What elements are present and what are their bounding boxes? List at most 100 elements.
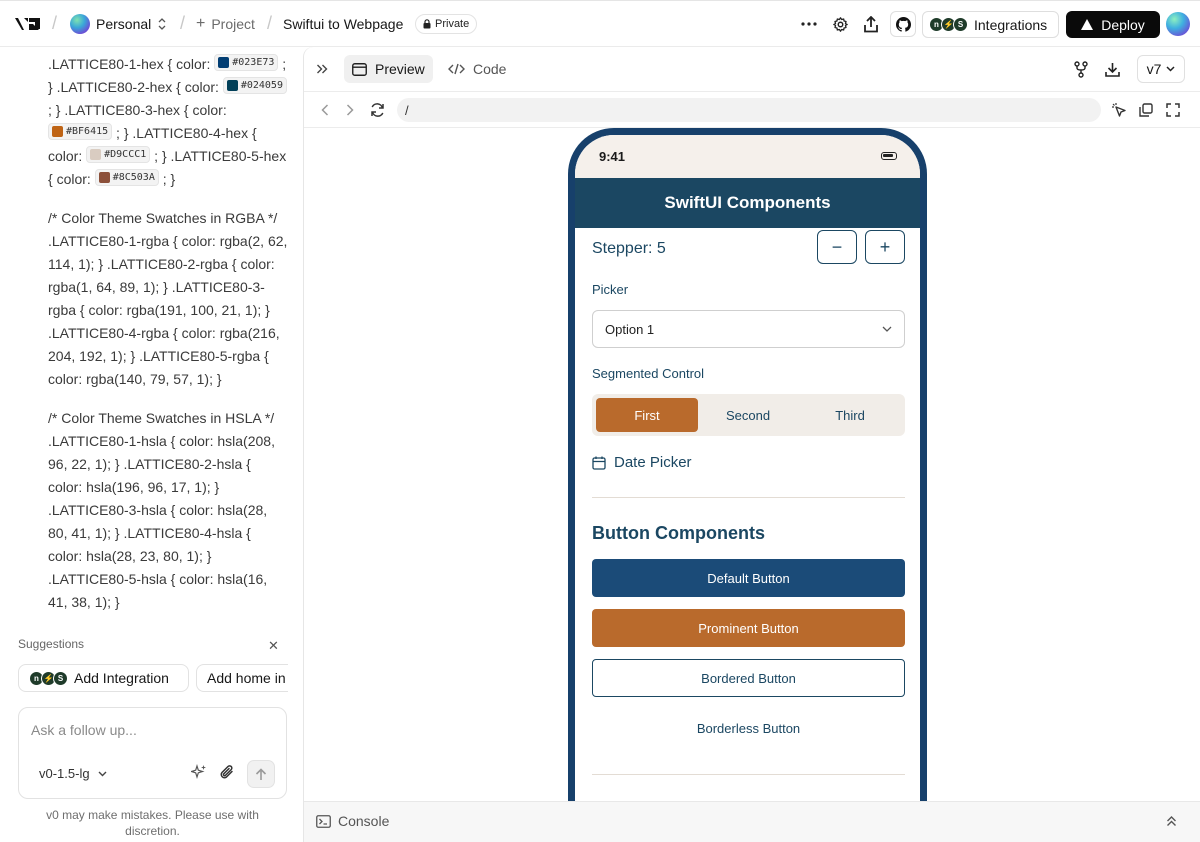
download-button[interactable] [1099,56,1125,82]
divider [592,774,905,775]
breadcrumb-separator: / [267,13,273,33]
minus-icon: − [831,236,843,257]
integration-logos-icon: n ⚡ S [29,670,68,686]
integrations-button[interactable]: n ⚡ S Integrations [922,11,1059,38]
stepper-decrement-button[interactable]: − [817,230,857,264]
segment-third[interactable]: Third [799,398,901,432]
preview-toolbar: Preview Code v7 [304,47,1200,92]
integrations-label: Integrations [974,16,1048,33]
project-name-text: Swiftui to Webpage [283,16,404,32]
enhance-prompt-button[interactable] [191,764,207,780]
prominent-button-label: Prominent Button [698,620,799,636]
tab-preview-label: Preview [375,61,425,77]
color-chip: #8C503A [94,169,159,186]
v0-logo[interactable] [14,1,42,47]
more-menu-button[interactable] [796,11,822,37]
hsla-swatches-text: /* Color Theme Swatches in HSLA */ .LATT… [48,410,275,610]
deploy-button[interactable]: Deploy [1066,11,1160,38]
bordered-button-label: Bordered Button [701,670,796,686]
calendar-icon [592,456,606,470]
url-input[interactable]: / [397,98,1101,122]
divider [592,497,905,498]
fork-button[interactable] [1068,56,1094,82]
borderless-button-label: Borderless Button [696,720,801,736]
picker-label: Picker [592,282,629,297]
tab-preview[interactable]: Preview [344,55,433,83]
color-chip-label: #023E73 [232,57,275,68]
bordered-button[interactable]: Bordered Button [592,659,905,697]
battery-icon [881,152,897,160]
chat-panel: .LATTICE80-1-hex { color: #023E73 ; } .L… [0,47,300,842]
tab-code-label: Code [473,61,507,77]
app-content: Stepper: 5 − + Picker Option 1 Segmented… [575,228,920,801]
button-section-title: Button Components [592,523,765,543]
suggestion-add-home[interactable]: Add home in [196,664,288,692]
default-button[interactable]: Default Button [592,559,905,597]
tab-code[interactable]: Code [440,55,514,83]
chevrons-right-icon [317,64,328,74]
swatch-icon [90,149,102,160]
terminal-icon [316,814,331,828]
expand-console-button[interactable] [1166,815,1177,827]
git-fork-icon [1074,60,1088,78]
version-selector[interactable]: v7 [1137,55,1185,83]
refresh-button[interactable] [364,97,390,123]
console-toggle[interactable]: Console [316,813,389,829]
workspace-selector[interactable]: Personal [70,1,167,47]
select-element-button[interactable] [1106,97,1132,123]
prominent-button[interactable]: Prominent Button [592,609,905,647]
close-suggestions-icon[interactable]: ✕ [268,638,279,654]
chat-message: .LATTICE80-1-hex { color: #023E73 ; } .L… [48,47,288,627]
picker-select[interactable]: Option 1 [592,310,905,348]
console-bar[interactable]: Console [304,801,1200,842]
swatch-icon [98,172,110,183]
nav-bar: SwiftUI Components [575,178,920,228]
collapse-chat-button[interactable] [310,55,334,83]
send-button[interactable] [247,760,275,788]
share-button[interactable] [858,11,884,37]
deploy-label: Deploy [1101,16,1145,33]
suggestion-add-integration[interactable]: n ⚡ S Add Integration [18,664,189,692]
color-chip: #BF6415 [48,123,113,140]
follow-up-input[interactable]: Ask a follow up... [31,722,137,738]
segment-label: Third [835,407,865,423]
paperclip-icon [220,765,233,779]
preview-url-bar: / [304,92,1200,128]
status-time: 9:41 [599,149,626,164]
borderless-button[interactable]: Borderless Button [592,709,905,747]
suggestion-label: Add home in [207,670,286,686]
preview-panel: Preview Code v7 / 9:41 SwiftUI Component… [303,47,1200,842]
segment-label: Second [725,407,771,423]
fullscreen-button[interactable] [1160,97,1186,123]
preview-canvas: 9:41 SwiftUI Components Stepper: 5 − + P… [304,128,1200,801]
code-text: ; } [162,171,176,187]
segment-first[interactable]: First [596,398,698,432]
chevron-down-icon [882,326,892,332]
breadcrumb-separator: / [52,13,58,33]
model-label: v0-1.5-lg [39,766,90,781]
suggestions-title: Suggestions [18,637,85,651]
console-label: Console [338,813,390,829]
code-icon [448,63,465,75]
sparkles-icon [191,764,206,780]
code-text: ; } .LATTICE80-3-hex { color: [48,102,227,118]
open-new-window-button[interactable] [1133,97,1159,123]
color-chip: #023E73 [214,54,279,71]
swatch-icon [52,126,63,137]
project-name[interactable]: Swiftui to Webpage [283,1,403,47]
back-button[interactable] [312,97,338,123]
segment-second[interactable]: Second [697,398,799,432]
chevron-down-icon [1166,66,1175,72]
new-project-button[interactable]: + Project [196,1,255,47]
forward-button[interactable] [337,97,363,123]
github-button[interactable] [890,11,916,37]
user-avatar[interactable] [1166,12,1190,36]
workspace-name: Personal [96,16,152,32]
color-chip: #D9CCC1 [86,146,151,163]
attach-button[interactable] [219,764,235,780]
model-selector[interactable]: v0-1.5-lg [39,766,107,781]
date-picker[interactable]: Date Picker [592,454,692,471]
github-icon [895,16,911,32]
settings-button[interactable] [827,11,853,37]
stepper-increment-button[interactable]: + [865,230,905,264]
